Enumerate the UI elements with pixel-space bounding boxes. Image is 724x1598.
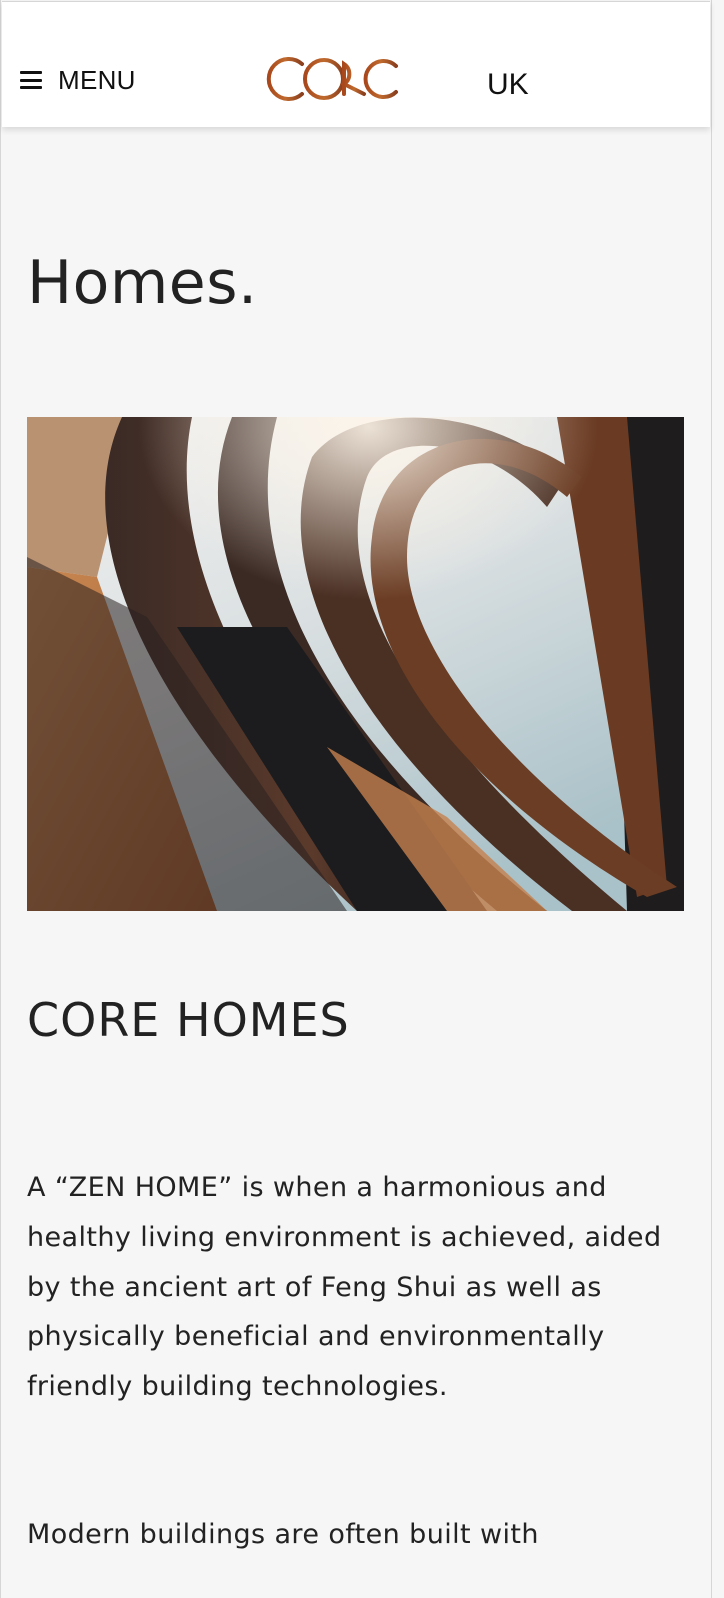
section-heading: CORE HOMES (27, 993, 350, 1047)
page-frame: MENU UK Homes. CORE HOMES A “ZEN HOME” i… (0, 0, 712, 1598)
page-title: Homes. (27, 248, 258, 318)
menu-label[interactable]: MENU (58, 65, 136, 96)
site-header: MENU UK (2, 1, 710, 127)
core-logo[interactable] (264, 54, 404, 104)
hero-image (27, 417, 684, 911)
menu-button[interactable]: MENU (20, 64, 136, 96)
region-selector[interactable]: UK (487, 68, 529, 102)
intro-paragraph: A “ZEN HOME” is when a harmonious and he… (27, 1172, 662, 1403)
hamburger-icon[interactable] (20, 71, 42, 89)
second-paragraph: Modern buildings are often built with (27, 1519, 539, 1550)
